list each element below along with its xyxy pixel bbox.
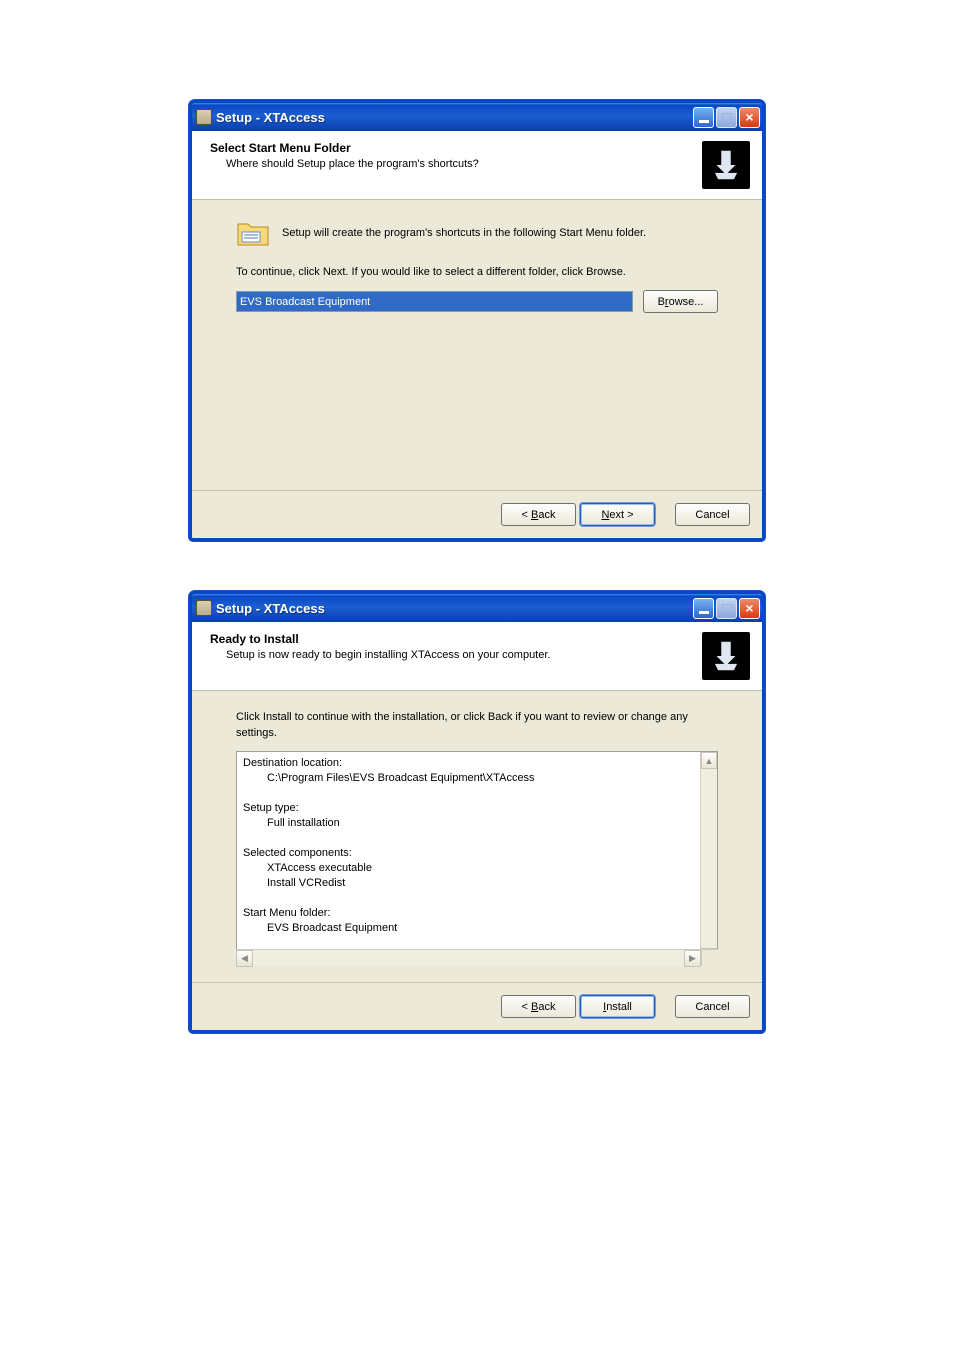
page-title: Ready to Install	[210, 632, 702, 646]
wizard-footer: < Back Install Cancel	[192, 982, 762, 1030]
info-text: Setup will create the program's shortcut…	[282, 225, 646, 241]
wizard-header: Ready to Install Setup is now ready to b…	[192, 622, 762, 691]
vertical-scrollbar[interactable]: ▲ ▼	[700, 752, 717, 965]
info-text: Click Install to continue with the insta…	[236, 709, 718, 741]
minimize-button[interactable]	[693, 107, 714, 128]
folder-icon	[236, 218, 270, 248]
maximize-button	[716, 107, 737, 128]
scroll-right-icon[interactable]: ▶	[684, 950, 701, 967]
maximize-button	[716, 598, 737, 619]
back-button[interactable]: < Back	[501, 995, 576, 1018]
app-icon	[196, 109, 212, 125]
minimize-button[interactable]	[693, 598, 714, 619]
scroll-up-icon[interactable]: ▲	[701, 752, 717, 769]
installer-icon	[702, 632, 750, 680]
titlebar[interactable]: Setup - XTAccess ×	[192, 103, 762, 131]
wizard-body: Click Install to continue with the insta…	[192, 691, 762, 982]
browse-button[interactable]: Browse...	[643, 290, 718, 313]
titlebar[interactable]: Setup - XTAccess ×	[192, 594, 762, 622]
window-title: Setup - XTAccess	[216, 601, 693, 616]
wizard-footer: < Back Next > Cancel	[192, 490, 762, 538]
scroll-left-icon[interactable]: ◀	[236, 950, 253, 967]
wizard-header: Select Start Menu Folder Where should Se…	[192, 131, 762, 200]
horizontal-scrollbar[interactable]: ◀ ▶	[236, 949, 718, 966]
window-title: Setup - XTAccess	[216, 110, 693, 125]
cancel-button[interactable]: Cancel	[675, 995, 750, 1018]
page-subtitle: Setup is now ready to begin installing X…	[210, 649, 702, 661]
window-controls: ×	[693, 598, 760, 619]
wizard-body: Setup will create the program's shortcut…	[192, 200, 762, 490]
close-button[interactable]: ×	[739, 107, 760, 128]
summary-content: Destination location: C:\Program Files\E…	[237, 752, 700, 965]
page-subtitle: Where should Setup place the program's s…	[210, 158, 702, 170]
page-title: Select Start Menu Folder	[210, 141, 702, 155]
installer-icon	[702, 141, 750, 189]
startmenu-folder-input[interactable]	[236, 291, 633, 312]
next-button[interactable]: Next >	[580, 503, 655, 526]
wizard-window-ready: Setup - XTAccess × Ready to Install Setu…	[189, 591, 765, 1033]
back-button[interactable]: < Back	[501, 503, 576, 526]
install-button[interactable]: Install	[580, 995, 655, 1018]
app-icon	[196, 600, 212, 616]
continue-text: To continue, click Next. If you would li…	[236, 264, 718, 280]
window-controls: ×	[693, 107, 760, 128]
summary-textarea[interactable]: Destination location: C:\Program Files\E…	[236, 751, 718, 966]
cancel-button[interactable]: Cancel	[675, 503, 750, 526]
close-button[interactable]: ×	[739, 598, 760, 619]
wizard-window-startmenu: Setup - XTAccess × Select Start Menu Fol…	[189, 100, 765, 541]
